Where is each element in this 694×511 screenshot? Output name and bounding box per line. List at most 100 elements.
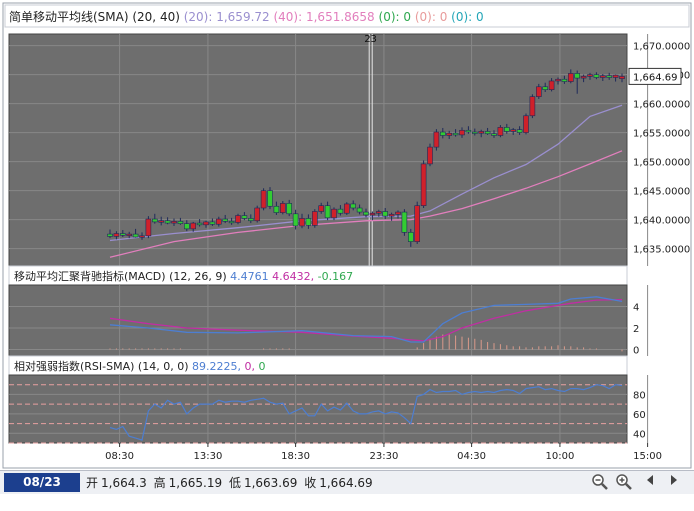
candle-body — [567, 73, 574, 82]
ohlc-readout: 开 1,664.3 高 1,665.19 低 1,663.69 收 1,664.69 — [86, 474, 376, 492]
candle-body — [196, 222, 203, 226]
status-bar: 08/23 15:00 开 1,664.3 高 1,665.19 低 1,663.69… — [0, 470, 694, 508]
candle-body — [241, 215, 248, 219]
candle-body — [452, 132, 459, 136]
legend-value: 1,659.72 — [216, 10, 273, 24]
candle-body — [407, 232, 414, 242]
candle-body — [158, 220, 164, 223]
legend-title: 简单移动平均线(SMA) — [9, 10, 132, 24]
candle-body — [132, 233, 139, 238]
candle-body — [299, 218, 305, 227]
legend-value: 1,651.8658 — [306, 10, 379, 24]
candle-body — [516, 129, 523, 133]
open-value: 1,664.3 — [101, 476, 147, 490]
candle-body — [177, 221, 184, 224]
candle-body — [548, 80, 555, 90]
candle-body — [587, 74, 593, 77]
candle-body — [337, 208, 344, 214]
legend-value: (0): — [415, 10, 440, 24]
candle-body — [465, 129, 472, 133]
zoom-out-button[interactable] — [590, 473, 610, 492]
scroll-left-button[interactable] — [640, 473, 660, 492]
candle-body — [279, 203, 286, 213]
legend-params: (12, 26, 9) — [169, 270, 230, 283]
candle-body — [267, 190, 273, 207]
legend-value: 0 — [476, 10, 484, 24]
candle-body — [420, 163, 427, 206]
candle-body — [619, 76, 625, 79]
legend-title: 相对强弱指数(RSI-SMA) — [14, 359, 138, 373]
candle-body — [363, 211, 369, 216]
candle-body — [235, 215, 241, 223]
candle-body — [120, 233, 126, 236]
rsi-legend: 相对强弱指数(RSI-SMA) (14, 0, 0) 89.2225, 0, 0 — [14, 359, 265, 373]
legend-params: (14, 0, 0) — [138, 360, 192, 373]
legend-value: 89.2225, — [192, 360, 244, 373]
candle-body — [478, 131, 485, 134]
candle-body — [401, 211, 408, 233]
candle-body — [395, 211, 401, 215]
chart-window: 简单移动平均线(SMA) (20, 40) (20): 1,659.72 (40… — [0, 0, 694, 508]
candle-body — [510, 129, 517, 132]
candle-body — [203, 221, 209, 226]
macd-tick-label: 4 — [633, 303, 639, 314]
zoom-in-button[interactable] — [614, 473, 634, 492]
candle-body — [331, 208, 337, 219]
candle-body — [292, 213, 299, 227]
candle-body — [254, 207, 260, 222]
candle-body — [356, 207, 363, 213]
candle-body — [248, 218, 254, 222]
rsi-tick-label: 40 — [633, 429, 646, 440]
legend-params: (20, 40) — [132, 10, 183, 24]
candle-body — [209, 221, 216, 225]
candle-body — [439, 131, 446, 136]
legend-value: (40): — [273, 10, 306, 24]
candle-body — [535, 86, 542, 97]
candle-body — [305, 218, 312, 226]
close-label: 收 — [304, 476, 317, 490]
candle-body — [273, 205, 280, 213]
price-tick-label: 1,655.0000 — [633, 129, 690, 140]
x-tick-label: 13:30 — [194, 451, 223, 462]
candle-body — [612, 74, 619, 78]
candle-body — [286, 203, 293, 215]
candle-body — [497, 127, 504, 136]
scroll-right-button[interactable] — [664, 473, 684, 492]
chart-canvas: 简单移动平均线(SMA) (20, 40) (20): 1,659.72 (40… — [2, 2, 692, 469]
legend-value: 0, — [244, 360, 258, 373]
candle-body — [503, 127, 510, 132]
price-tick-label: 1,670.0000 — [633, 42, 690, 53]
candle-body — [107, 233, 113, 237]
x-tick-label: 08:30 — [105, 451, 134, 462]
candle-body — [561, 78, 568, 82]
candle-body — [126, 233, 132, 236]
zoom-in-icon — [616, 474, 632, 490]
legend-value: 0 — [440, 10, 451, 24]
price-tick-label: 1,660.0000 — [633, 100, 690, 111]
price-legend: 简单移动平均线(SMA) (20, 40) (20): 1,659.72 (40… — [9, 10, 484, 24]
legend-value: -0.167 — [318, 270, 353, 283]
price-tick-label: 1,635.0000 — [633, 245, 690, 256]
candle-body — [343, 203, 350, 214]
x-tick-label: 18:30 — [281, 451, 310, 462]
candle-body — [369, 212, 376, 216]
candle-body — [222, 218, 228, 222]
candle-body — [606, 75, 613, 78]
candle-body — [216, 218, 222, 225]
candle-body — [459, 129, 465, 136]
candle-body — [228, 221, 235, 224]
legend-value: (20): — [184, 10, 217, 24]
candle-body — [164, 220, 171, 224]
candle-body — [152, 218, 158, 223]
candle-body — [190, 222, 196, 230]
low-value: 1,663.69 — [243, 476, 298, 490]
candle-body — [113, 233, 120, 237]
high-value: 1,665.19 — [168, 476, 223, 490]
x-tick-label: 23:30 — [370, 451, 399, 462]
candle-body — [171, 221, 177, 224]
price-tick-label: 1,640.0000 — [633, 216, 690, 227]
legend-value: 0 — [258, 360, 265, 373]
open-label: 开 — [86, 476, 99, 490]
arrow-left-icon — [647, 475, 653, 485]
candle-body — [427, 146, 433, 165]
